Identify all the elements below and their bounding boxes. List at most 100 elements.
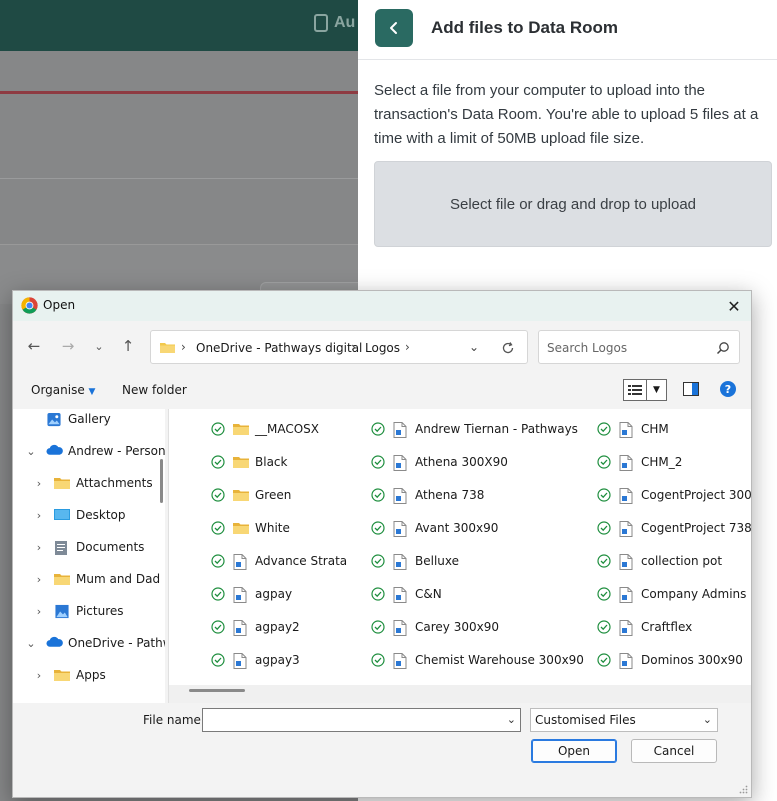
sync-status-icon <box>597 521 611 535</box>
chevron-right-icon[interactable]: › <box>32 604 46 618</box>
organise-label: Organise <box>31 383 85 397</box>
sync-status-icon <box>211 488 225 502</box>
resize-grip-icon[interactable] <box>738 784 748 794</box>
file-type-select[interactable]: Customised Files ⌄ <box>530 708 718 732</box>
new-folder-button[interactable]: New folder <box>122 383 187 397</box>
file-item[interactable]: Avant 300x90 <box>371 517 591 543</box>
sync-status-icon <box>371 554 385 568</box>
file-name-combobox[interactable]: ⌄ <box>202 708 521 732</box>
file-item[interactable]: Company Admins <box>597 583 751 609</box>
file-icon <box>393 554 408 570</box>
chevron-down-icon[interactable]: ⌄ <box>24 636 38 650</box>
refresh-icon[interactable] <box>501 341 515 355</box>
nav-item-gallery[interactable]: Gallery <box>13 409 165 433</box>
dialog-footer: File name: ⌄ Customised Files ⌄ Open Can… <box>13 703 751 797</box>
file-icon <box>619 521 634 537</box>
file-name: agpay <box>255 587 293 601</box>
file-item[interactable]: C&N <box>371 583 591 609</box>
forward-nav-button[interactable]: → <box>57 335 79 357</box>
search-box[interactable] <box>538 330 740 364</box>
help-icon: ? <box>724 382 732 396</box>
chevron-right-icon[interactable]: › <box>32 668 46 682</box>
preview-pane-icon[interactable] <box>683 382 699 396</box>
chevron-right-icon[interactable]: › <box>32 540 46 554</box>
close-button[interactable]: ✕ <box>717 291 751 321</box>
chevron-right-icon[interactable]: › <box>32 476 46 490</box>
search-input[interactable] <box>547 339 707 357</box>
file-item[interactable]: Athena 738 <box>371 484 591 510</box>
dialog-title: Open <box>43 298 76 312</box>
chevron-down-icon[interactable]: ⌄ <box>24 444 38 458</box>
file-icon <box>233 554 248 570</box>
nav-item-attachments[interactable]: › Attachments <box>13 471 165 497</box>
file-item[interactable]: CogentProject 300x90 <box>597 484 751 510</box>
cancel-button[interactable]: Cancel <box>631 739 717 763</box>
file-name: Athena 738 <box>415 488 485 502</box>
sync-status-icon <box>211 455 225 469</box>
nav-item-mum-and-dad[interactable]: › Mum and Dad <box>13 567 165 593</box>
help-button[interactable]: ? <box>720 381 736 397</box>
file-item[interactable]: Andrew Tiernan - Pathways <box>371 418 591 444</box>
file-icon <box>619 488 634 504</box>
nav-item-documents[interactable]: › Documents <box>13 535 165 561</box>
chevron-right-icon[interactable]: › <box>32 508 46 522</box>
view-mode-button[interactable] <box>623 379 647 401</box>
file-icon <box>393 422 408 438</box>
horizontal-scrollbar-thumb[interactable] <box>189 689 245 692</box>
file-item[interactable]: CHM <box>597 418 751 444</box>
desktop-icon <box>54 508 70 522</box>
nav-item-label: Apps <box>76 668 106 682</box>
chevron-right-icon[interactable]: › <box>32 572 46 586</box>
progress-divider <box>0 91 358 94</box>
open-button[interactable]: Open <box>531 739 617 763</box>
file-type-value: Customised Files <box>535 713 636 727</box>
file-item[interactable]: collection pot <box>597 550 751 576</box>
nav-item-desktop[interactable]: › Desktop <box>13 503 165 529</box>
cloud-icon <box>46 636 63 650</box>
organise-menu[interactable]: Organise ▼ <box>31 383 95 397</box>
file-icon <box>619 455 634 471</box>
file-name-input[interactable] <box>207 712 497 728</box>
chevron-down-icon[interactable]: ⌄ <box>507 713 516 726</box>
file-name: Andrew Tiernan - Pathways <box>415 422 578 436</box>
file-item[interactable]: Carey 300x90 <box>371 616 591 642</box>
horizontal-scrollbar[interactable] <box>169 685 751 703</box>
file-item[interactable]: Dominos 300x90 <box>597 649 751 675</box>
back-button[interactable] <box>375 9 413 47</box>
file-icon <box>393 488 408 504</box>
arrow-up-icon: ↑ <box>121 337 135 355</box>
folder-icon <box>54 476 70 490</box>
file-item[interactable]: Belluxe <box>371 550 591 576</box>
nav-item-pictures[interactable]: › Pictures <box>13 599 165 625</box>
file-name: Black <box>255 455 288 469</box>
up-button[interactable]: ↑ <box>117 335 139 357</box>
sync-status-icon <box>597 455 611 469</box>
nav-item-onedrive-pathways-digital[interactable]: ⌄ OneDrive - Pathways digital <box>13 631 165 657</box>
file-item[interactable]: CogentProject 738 B <box>597 517 751 543</box>
file-item[interactable]: CHM_2 <box>597 451 751 477</box>
address-bar[interactable]: › OneDrive - Pathways digital › Logos › … <box>150 330 528 364</box>
arrow-right-icon: → <box>61 337 75 355</box>
nav-scrollbar-thumb[interactable] <box>160 459 163 503</box>
recent-locations-button[interactable]: ⌄ <box>88 335 110 357</box>
upload-dropzone[interactable]: Select file or drag and drop to upload <box>374 161 772 247</box>
breadcrumb-separator-icon: › <box>181 340 186 354</box>
file-name: C&N <box>415 587 442 601</box>
nav-item-apps[interactable]: › Apps <box>13 663 165 689</box>
panel-header: Add files to Data Room <box>358 0 777 60</box>
pictures-icon <box>54 604 70 619</box>
back-nav-button[interactable]: ← <box>23 335 45 357</box>
file-item[interactable]: Athena 300X90 <box>371 451 591 477</box>
file-item[interactable]: Craftflex <box>597 616 751 642</box>
nav-item-andrew-personal[interactable]: ⌄ Andrew - Personal <box>13 439 165 465</box>
folder-icon <box>233 455 249 471</box>
breadcrumb-onedrive[interactable]: OneDrive - Pathways digital <box>196 341 362 355</box>
file-item[interactable]: Chemist Warehouse 300x90 <box>371 649 591 675</box>
sync-status-icon <box>211 620 225 634</box>
address-history-chevron-icon[interactable]: ⌄ <box>469 340 479 354</box>
breadcrumb-logos[interactable]: Logos <box>365 341 400 355</box>
sync-status-icon <box>597 554 611 568</box>
dropzone-label: Select file or drag and drop to upload <box>450 195 696 213</box>
file-icon <box>233 587 248 603</box>
view-options-dropdown[interactable]: ▼ <box>647 379 667 401</box>
